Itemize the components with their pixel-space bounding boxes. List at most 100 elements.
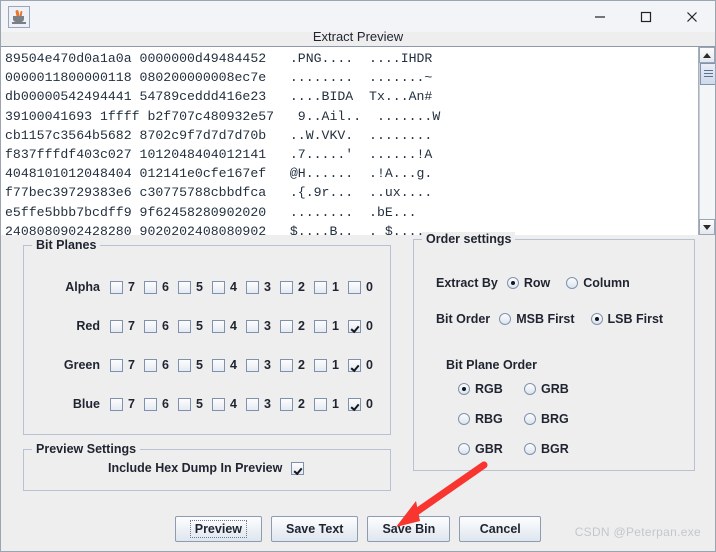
bit-plane-checkbox-blue-1[interactable] [314,397,327,411]
bit-plane-checkbox-blue-2[interactable] [280,397,293,411]
bit-plane-cell-green-2[interactable]: 2 [280,358,314,372]
bit-plane-checkbox-red-6[interactable] [144,319,157,333]
extract-by-option-row[interactable]: Row [506,276,550,290]
bit-plane-checkbox-red-7[interactable] [110,319,123,333]
bit-plane-order-option-brg[interactable]: BRG [524,412,574,426]
bit-plane-cell-red-6[interactable]: 6 [144,319,178,333]
bit-plane-checkbox-red-5[interactable] [178,319,191,333]
bit-plane-order-options: RGB GRB RBG BRG GBR BGR [458,382,590,456]
preview-button[interactable]: Preview [174,516,262,542]
bit-plane-checkbox-red-3[interactable] [246,319,259,333]
bit-plane-cell-red-3[interactable]: 3 [246,319,280,333]
save-bin-button[interactable]: Save Bin [367,516,451,542]
bit-plane-checkbox-blue-7[interactable] [110,397,123,411]
bit-plane-order-option-rgb[interactable]: RGB [458,382,508,396]
radio-button[interactable] [499,313,512,325]
save-text-button[interactable]: Save Text [271,516,359,542]
bit-plane-cell-blue-5[interactable]: 5 [178,397,212,411]
scroll-up-arrow-icon[interactable] [699,47,715,63]
bit-plane-checkbox-blue-6[interactable] [144,397,157,411]
bit-plane-checkbox-blue-4[interactable] [212,397,225,411]
maximize-button[interactable] [623,1,669,32]
bit-plane-order-option-rbg[interactable]: RBG [458,412,508,426]
bit-plane-order-option-gbr[interactable]: GBR [458,442,508,456]
bit-plane-cell-alpha-5[interactable]: 5 [178,280,212,294]
bit-plane-checkbox-alpha-7[interactable] [110,280,123,294]
bit-plane-cell-green-5[interactable]: 5 [178,358,212,372]
close-button[interactable] [669,1,715,32]
bit-plane-checkbox-green-6[interactable] [144,358,157,372]
bit-order-option-lsb-first[interactable]: LSB First [590,312,663,326]
bit-plane-cell-red-7[interactable]: 7 [110,319,144,333]
hex-dump-text[interactable]: 89504e470d0a1a0a 0000000d49484452 .PNG..… [1,47,698,235]
preview-scrollbar[interactable] [698,47,715,235]
radio-button[interactable] [524,383,536,395]
bit-plane-cell-green-4[interactable]: 4 [212,358,246,372]
bit-plane-cell-alpha-3[interactable]: 3 [246,280,280,294]
bit-plane-cell-blue-4[interactable]: 4 [212,397,246,411]
bit-plane-checkbox-alpha-5[interactable] [178,280,191,294]
bit-plane-order-option-bgr[interactable]: BGR [524,442,574,456]
bit-plane-cell-alpha-4[interactable]: 4 [212,280,246,294]
bit-plane-cell-alpha-1[interactable]: 1 [314,280,348,294]
bit-plane-checkbox-green-4[interactable] [212,358,225,372]
radio-button[interactable] [458,383,470,395]
bit-plane-checkbox-green-7[interactable] [110,358,123,372]
bit-plane-cell-green-7[interactable]: 7 [110,358,144,372]
include-hex-dump-row[interactable]: Include Hex Dump In Preview [108,461,305,475]
scroll-down-arrow-icon[interactable] [699,219,715,235]
extract-by-option-column[interactable]: Column [566,276,630,290]
bit-plane-checkbox-green-3[interactable] [246,358,259,372]
bit-plane-checkbox-alpha-2[interactable] [280,280,293,294]
radio-button[interactable] [458,443,470,455]
bit-plane-cell-red-4[interactable]: 4 [212,319,246,333]
bit-plane-cell-alpha-7[interactable]: 7 [110,280,144,294]
minimize-button[interactable] [577,1,623,32]
bit-plane-cell-red-0[interactable]: 0 [348,319,382,333]
bit-plane-checkbox-alpha-6[interactable] [144,280,157,294]
bit-plane-checkbox-red-1[interactable] [314,319,327,333]
bit-plane-cell-red-5[interactable]: 5 [178,319,212,333]
bit-plane-cell-blue-3[interactable]: 3 [246,397,280,411]
bit-plane-checkbox-alpha-1[interactable] [314,280,327,294]
bit-plane-cell-alpha-2[interactable]: 2 [280,280,314,294]
bit-plane-checkbox-green-2[interactable] [280,358,293,372]
bit-plane-checkbox-blue-3[interactable] [246,397,259,411]
scrollbar-thumb[interactable] [700,63,715,85]
bit-plane-checkbox-red-0[interactable] [348,319,361,333]
scrollbar-track[interactable] [699,63,715,219]
bit-plane-checkbox-alpha-0[interactable] [348,280,361,294]
bit-plane-checkbox-green-5[interactable] [178,358,191,372]
cancel-button[interactable]: Cancel [459,516,542,542]
bit-plane-checkbox-green-0[interactable] [348,358,361,372]
bit-plane-cell-red-2[interactable]: 2 [280,319,314,333]
bit-plane-checkbox-red-2[interactable] [280,319,293,333]
bit-plane-checkbox-alpha-3[interactable] [246,280,259,294]
bit-plane-cell-green-3[interactable]: 3 [246,358,280,372]
bit-plane-checkbox-blue-5[interactable] [178,397,191,411]
bit-plane-cell-blue-0[interactable]: 0 [348,397,382,411]
bit-plane-cell-blue-1[interactable]: 1 [314,397,348,411]
bit-plane-checkbox-blue-0[interactable] [348,397,361,411]
bit-plane-cell-green-1[interactable]: 1 [314,358,348,372]
bit-plane-cell-green-0[interactable]: 0 [348,358,382,372]
bit-plane-cell-green-6[interactable]: 6 [144,358,178,372]
bit-plane-cell-alpha-6[interactable]: 6 [144,280,178,294]
bit-order-option-msb-first[interactable]: MSB First [499,312,575,326]
bit-plane-cell-blue-6[interactable]: 6 [144,397,178,411]
include-hex-dump-checkbox[interactable] [291,461,305,475]
bit-plane-cell-alpha-0[interactable]: 0 [348,280,382,294]
bit-plane-order-option-grb[interactable]: GRB [524,382,574,396]
bit-plane-cell-blue-7[interactable]: 7 [110,397,144,411]
bit-plane-checkbox-alpha-4[interactable] [212,280,225,294]
radio-button[interactable] [566,277,579,289]
radio-button[interactable] [524,443,536,455]
radio-button[interactable] [506,277,519,289]
bit-plane-cell-red-1[interactable]: 1 [314,319,348,333]
bit-plane-cell-blue-2[interactable]: 2 [280,397,314,411]
bit-plane-checkbox-red-4[interactable] [212,319,225,333]
radio-button[interactable] [524,413,536,425]
radio-button[interactable] [458,413,470,425]
radio-button[interactable] [590,313,603,325]
bit-plane-checkbox-green-1[interactable] [314,358,327,372]
